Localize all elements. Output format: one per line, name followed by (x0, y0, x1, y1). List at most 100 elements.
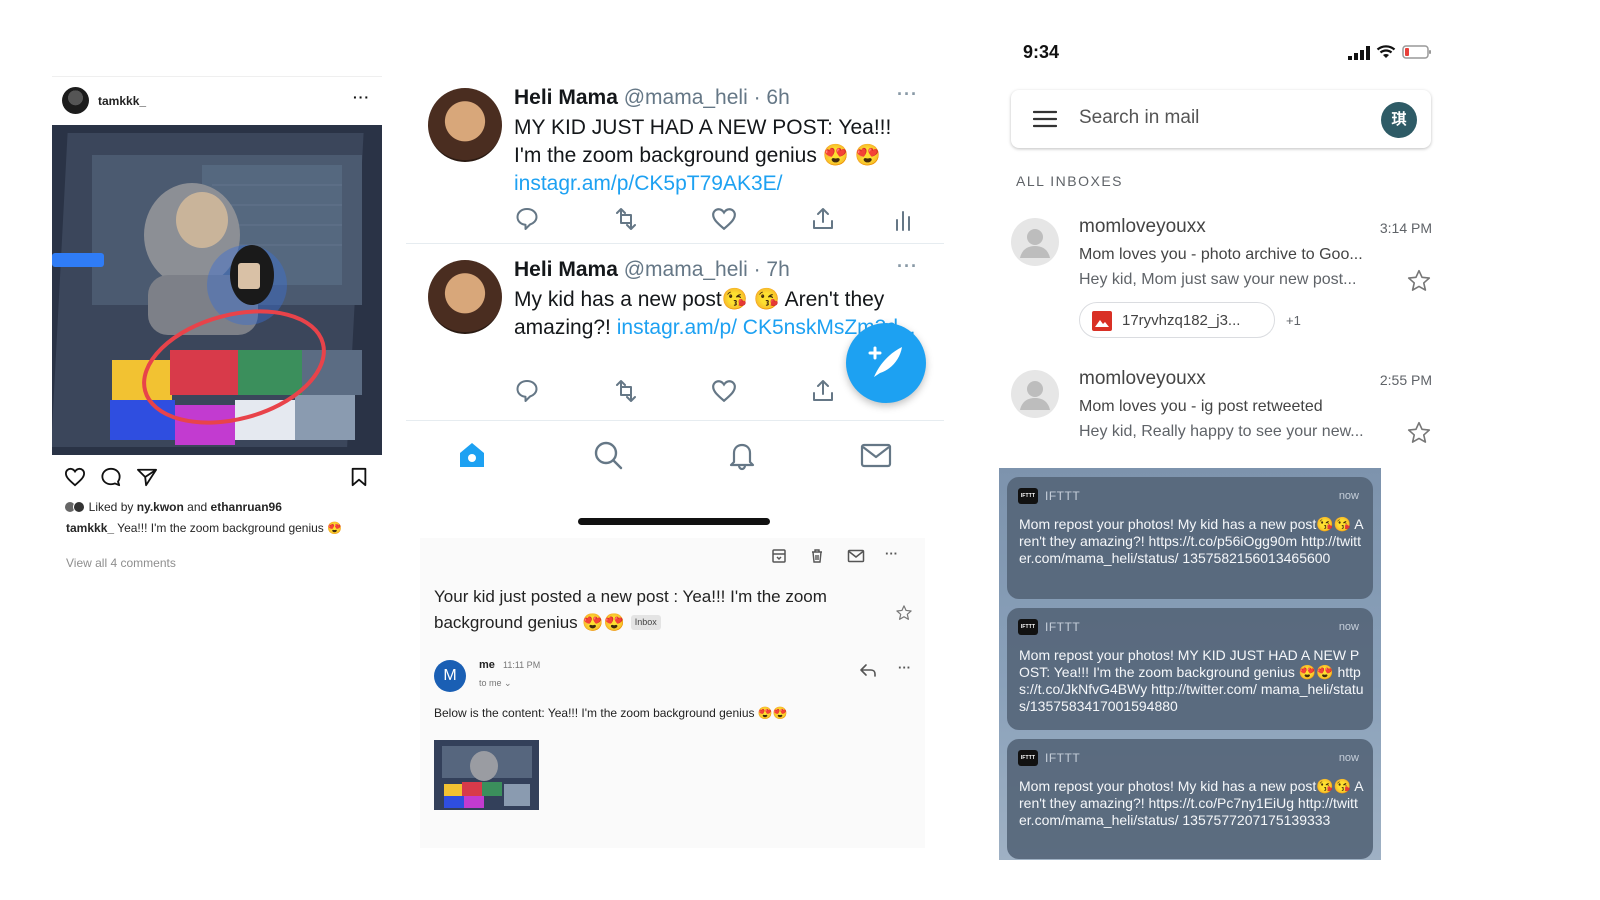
author-name: Heli Mama (514, 258, 618, 281)
archive-icon[interactable] (771, 548, 787, 564)
author-handle: @mama_heli · 7h (617, 258, 790, 281)
avatar[interactable] (428, 260, 502, 334)
battery-icon (1402, 45, 1432, 59)
tweet-author[interactable]: Heli Mama @mama_heli · 6h (514, 86, 790, 110)
wifi-icon (1376, 44, 1396, 60)
inbox-heading: ALL INBOXES (1016, 173, 1124, 189)
sender-avatar (1011, 218, 1059, 266)
share-send-icon[interactable] (136, 467, 158, 487)
author-name: Heli Mama (514, 86, 618, 109)
more-options-icon[interactable]: ··· (353, 89, 370, 105)
bookmark-icon[interactable] (350, 467, 368, 487)
like-heart-icon[interactable] (711, 378, 737, 404)
mail-time: 2:55 PM (1379, 372, 1432, 388)
more-attachments-count[interactable]: +1 (1286, 313, 1301, 328)
comment-icon[interactable] (100, 467, 122, 487)
notification-card[interactable]: IFTTT IFTTT now Mom repost your photos! … (1007, 477, 1373, 599)
compose-tweet-button[interactable] (846, 323, 926, 403)
retweet-icon[interactable] (612, 206, 640, 232)
like-heart-icon[interactable] (64, 467, 86, 487)
delete-trash-icon[interactable] (809, 548, 825, 564)
more-options-icon[interactable]: ··· (898, 660, 911, 675)
mail-sender: momloveyouxx (1079, 216, 1206, 237)
post-username[interactable]: tamkkk_ (98, 94, 146, 108)
tweet[interactable]: Heli Mama @mama_heli · 6h ··· MY KID JUS… (406, 76, 944, 244)
search-bar[interactable]: Search in mail 琪 (1011, 90, 1431, 148)
post-photo[interactable] (52, 125, 382, 455)
status-bar-time: 9:34 (1023, 42, 1060, 62)
search-input[interactable]: Search in mail (1079, 107, 1199, 129)
email-body: Below is the content: Yea!!! I'm the zoo… (434, 706, 788, 720)
sender-avatar[interactable]: M (434, 660, 466, 692)
reply-icon[interactable] (859, 662, 877, 678)
notification-app: IFTTT (1045, 489, 1081, 503)
caption-username[interactable]: tamkkk_ (66, 521, 114, 535)
person-icon (1020, 381, 1050, 410)
sender-name[interactable]: me (479, 659, 495, 671)
tweet-author[interactable]: Heli Mama @mama_heli · 7h (514, 258, 790, 282)
notification-card[interactable]: IFTTT IFTTT now Mom repost your photos! … (1007, 608, 1373, 730)
tweet-actions (514, 206, 914, 232)
liker-username[interactable]: ethanruan96 (211, 500, 282, 514)
ifttt-logo-icon: IFTTT (1018, 488, 1038, 504)
share-icon[interactable] (810, 206, 836, 232)
notification-card[interactable]: IFTTT IFTTT now Mom repost your photos! … (1007, 739, 1373, 859)
ifttt-logo-icon: IFTTT (1018, 619, 1038, 635)
avatar[interactable] (428, 88, 502, 162)
notification-time: now (1338, 621, 1359, 633)
search-icon[interactable] (592, 439, 624, 471)
more-options-icon[interactable]: ··· (897, 84, 918, 105)
recipient-details[interactable]: to me ⌄ (479, 678, 512, 689)
attachment-name: 17ryvhzq182_j3... (1122, 312, 1241, 329)
mark-unread-mail-icon[interactable] (847, 548, 865, 564)
liker-avatar (73, 501, 85, 513)
home-indicator[interactable] (578, 518, 770, 525)
hamburger-menu-icon[interactable] (1033, 110, 1057, 128)
email-image-attachment[interactable] (434, 740, 539, 810)
zoom-background-photo (52, 125, 382, 455)
attachment-thumbnail (434, 740, 539, 810)
post-actions (64, 467, 374, 491)
star-icon[interactable] (1406, 420, 1432, 446)
liked-by-prefix: Liked by (88, 500, 137, 514)
reply-icon[interactable] (514, 206, 540, 232)
post-header: tamkkk_ ··· (52, 87, 382, 115)
liked-by-and: and (183, 500, 211, 514)
notification-app: IFTTT (1045, 751, 1081, 765)
notification-body: Mom repost your photos! My kid has a new… (1019, 516, 1364, 566)
attachment-chip[interactable]: 17ryvhzq182_j3... (1079, 302, 1275, 338)
liker-username[interactable]: ny.kwon (137, 500, 184, 514)
more-options-icon[interactable]: ··· (885, 546, 898, 561)
mail-snippet: Hey kid, Mom just saw your new post... (1079, 271, 1357, 288)
email-subject: Your kid just posted a new post : Yea!!!… (434, 584, 874, 636)
star-icon[interactable] (895, 604, 913, 622)
analytics-icon[interactable] (894, 206, 912, 232)
mail-time: 3:14 PM (1379, 220, 1432, 236)
notification-body: Mom repost your photos! MY KID JUST HAD … (1019, 647, 1364, 714)
mail-subject: Mom loves you - ig post retweeted (1079, 398, 1323, 415)
notification-body: Mom repost your photos! My kid has a new… (1019, 778, 1364, 828)
tweet-link[interactable]: instagr.am/p/CK5pT79AK3E/ (514, 172, 782, 195)
twitter-timeline: Heli Mama @mama_heli · 6h ··· MY KID JUS… (406, 76, 944, 525)
tweet-text: MY KID JUST HAD A NEW POST: Yea!!! I'm t… (514, 114, 924, 198)
more-options-icon[interactable]: ··· (897, 256, 918, 277)
caption-text: Yea!!! I'm the zoom background genius 😍 (114, 521, 343, 535)
notifications-bell-icon[interactable] (726, 439, 758, 471)
account-avatar[interactable]: 琪 (1381, 102, 1417, 138)
star-icon[interactable] (1406, 268, 1432, 294)
inbox-label-chip[interactable]: Inbox (630, 615, 661, 630)
notification-time: now (1338, 752, 1359, 764)
home-icon[interactable] (456, 439, 488, 471)
notification-time: now (1338, 490, 1359, 502)
retweet-icon[interactable] (612, 378, 640, 404)
liked-by-text: Liked by ny.kwon and ethanruan96 (64, 500, 282, 514)
like-heart-icon[interactable] (711, 206, 737, 232)
reply-icon[interactable] (514, 378, 540, 404)
share-icon[interactable] (810, 378, 836, 404)
avatar[interactable] (62, 87, 89, 114)
email-view: ··· Your kid just posted a new post : Ye… (420, 538, 925, 848)
bottom-nav (406, 420, 944, 490)
post-caption: tamkkk_ Yea!!! I'm the zoom background g… (66, 521, 366, 536)
view-comments-link[interactable]: View all 4 comments (66, 556, 176, 570)
messages-mail-icon[interactable] (860, 439, 892, 471)
